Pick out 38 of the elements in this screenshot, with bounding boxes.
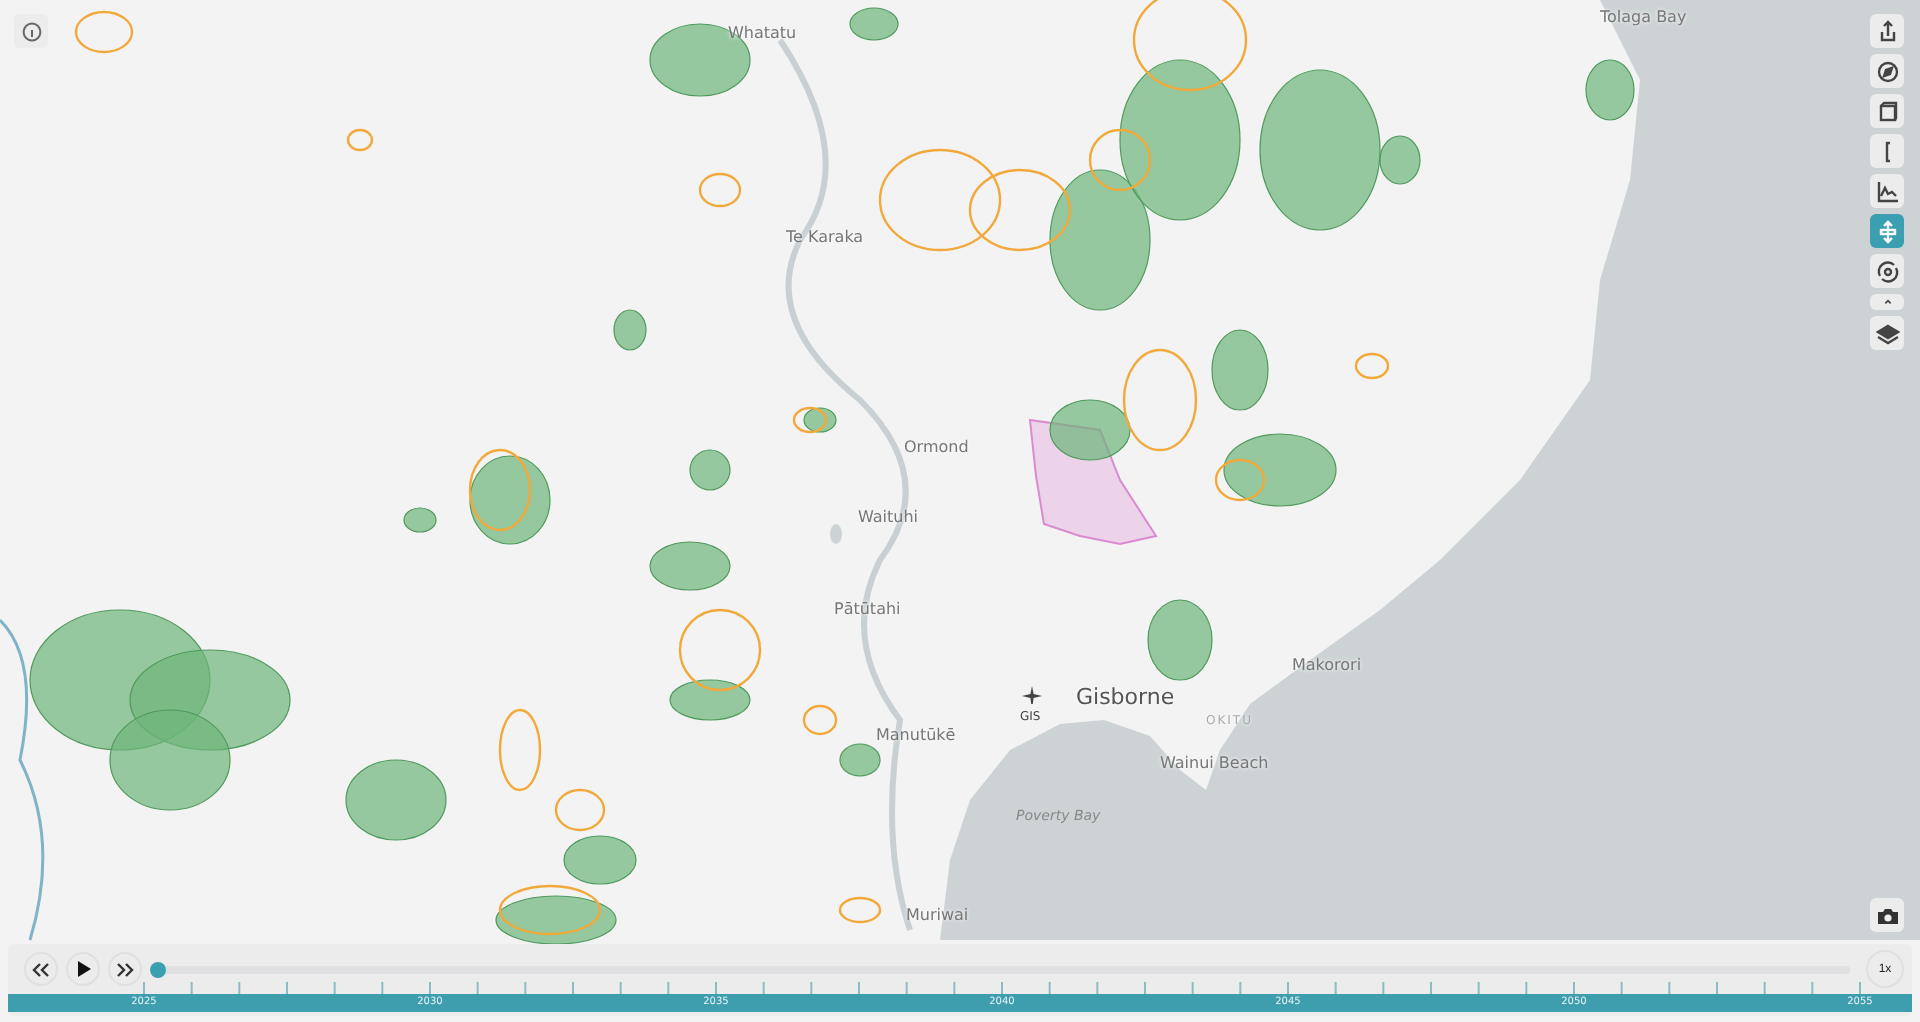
place-label: Ormond	[904, 438, 969, 456]
fast-forward-button[interactable]	[108, 952, 142, 986]
info-icon	[21, 21, 41, 41]
camera-button[interactable]	[1870, 898, 1904, 932]
play-icon	[75, 960, 91, 978]
bracket-tool-button[interactable]	[1870, 134, 1904, 168]
share-icon	[1875, 19, 1899, 43]
place-label: Pātūtahi	[834, 600, 901, 618]
fast-forward-icon	[116, 961, 134, 977]
place-label: Whatatu	[728, 24, 797, 42]
place-label: Te Karaka	[786, 228, 864, 246]
share-tool-button[interactable]	[1870, 14, 1904, 48]
camera-icon	[1875, 905, 1899, 925]
chart-tool-button[interactable]	[1870, 174, 1904, 208]
place-label: Muriwai	[906, 906, 969, 924]
play-button[interactable]	[66, 952, 100, 986]
place-label: Tolaga Bay	[1600, 8, 1687, 26]
place-label: Waituhi	[858, 508, 919, 526]
lake-area	[830, 524, 842, 544]
info-button[interactable]	[14, 14, 48, 48]
compass-tool-button[interactable]	[1870, 54, 1904, 88]
rewind-button[interactable]	[24, 952, 58, 986]
layers-tool-button[interactable]	[1870, 316, 1904, 350]
place-label: Manutūkē	[876, 726, 956, 744]
rotate-icon	[1875, 259, 1899, 283]
rotate-tool-button[interactable]	[1870, 254, 1904, 288]
vertical-arrows-icon	[1875, 219, 1899, 243]
slider-thumb[interactable]	[150, 961, 166, 977]
place-label: Makorori	[1292, 656, 1362, 674]
place-label: Gisborne	[1076, 684, 1175, 710]
layers-icon	[1875, 321, 1899, 345]
place-label: Wainui Beach	[1160, 754, 1269, 772]
rewind-icon	[32, 961, 50, 977]
airplane-icon	[1022, 686, 1042, 706]
compass-icon	[1875, 59, 1899, 83]
box-icon	[1875, 99, 1899, 123]
line-chart-icon	[1875, 179, 1899, 203]
box-tool-button[interactable]	[1870, 94, 1904, 128]
